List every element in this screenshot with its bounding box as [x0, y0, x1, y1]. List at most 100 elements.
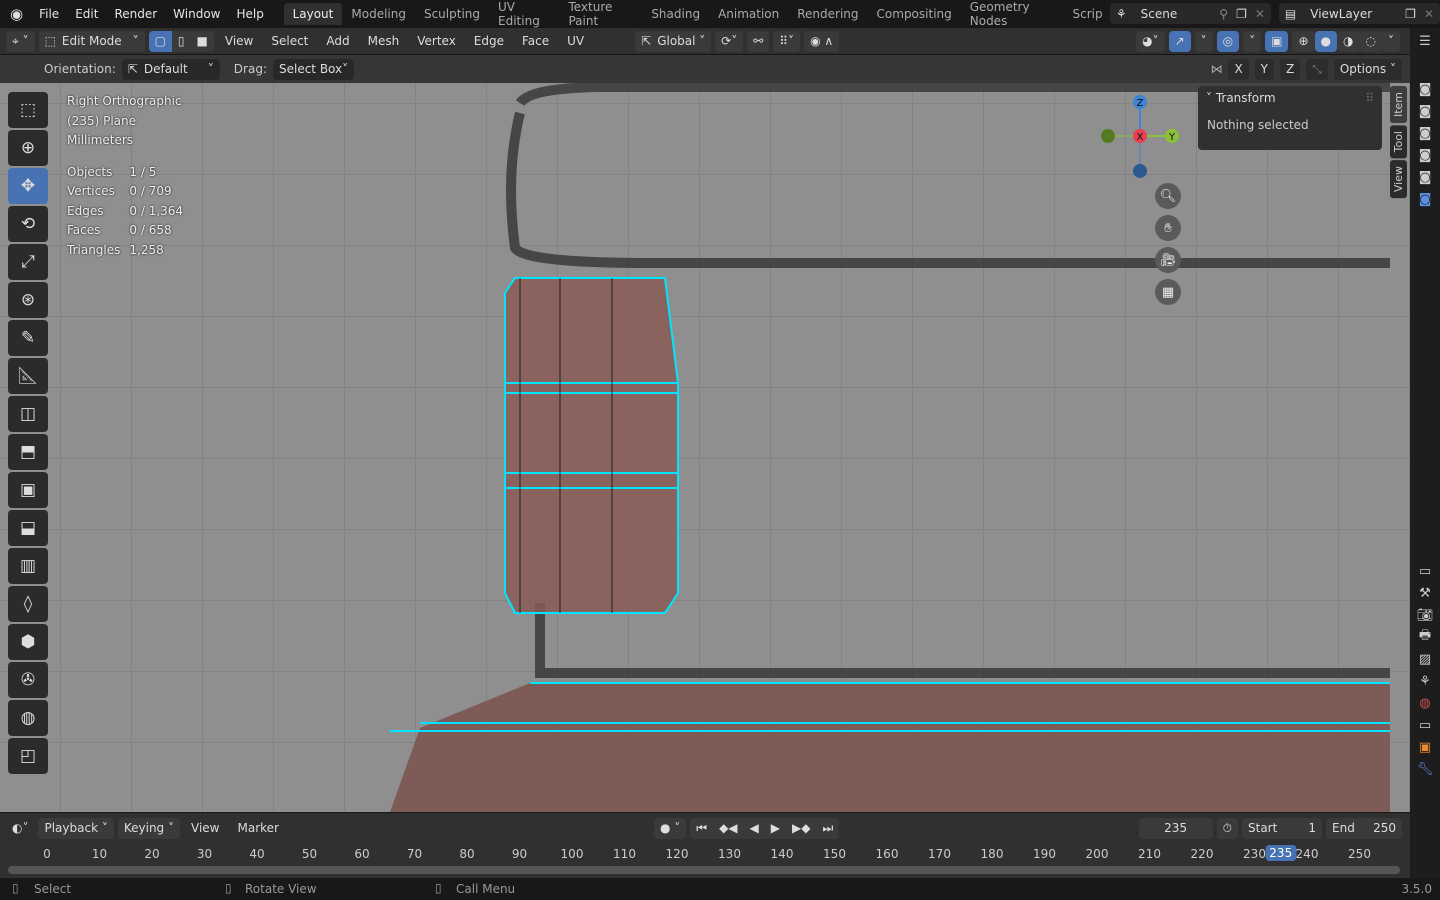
spin-tool-icon[interactable]: ✇ [8, 662, 48, 698]
blender-logo-icon[interactable]: ◉ [0, 5, 31, 23]
object-properties-icon[interactable]: ▣ [1410, 736, 1440, 758]
smooth-tool-icon[interactable]: ◍ [8, 700, 48, 736]
xray-toggle-icon[interactable]: ▣ [1265, 30, 1289, 52]
editor-type-button[interactable]: ⌖ ˅ [6, 30, 35, 52]
shading-dropdown[interactable]: ˅ [1382, 30, 1400, 52]
tab-layout[interactable]: Layout [283, 2, 343, 25]
menu-select[interactable]: Select [264, 34, 315, 48]
annotate-tool-icon[interactable]: ✎ [8, 320, 48, 356]
overlay-dropdown[interactable]: ˅ [1243, 30, 1262, 52]
collection-visibility-icon[interactable]: ◙ [1410, 122, 1440, 144]
jump-start-icon[interactable]: ⏮ [690, 817, 714, 839]
solid-shading-icon[interactable]: ● [1314, 30, 1338, 52]
menu-vertex[interactable]: Vertex [410, 34, 463, 48]
output-properties-icon[interactable]: 🖶︎ [1410, 626, 1440, 648]
menu-file[interactable]: File [31, 7, 67, 21]
scene-selector[interactable]: ⚘ Scene ⚲ ❐ ✕ [1109, 3, 1271, 24]
preview-range-icon[interactable]: ⏱ [1216, 817, 1238, 839]
menu-add[interactable]: Add [319, 34, 356, 48]
pivot-point-button[interactable]: ⟳˅ [715, 30, 744, 52]
tab-view[interactable]: View [1390, 160, 1407, 199]
gizmo-dropdown[interactable]: ˅ [1194, 30, 1213, 52]
orientation-dropdown[interactable]: ⇱ Default ˅ [121, 58, 220, 80]
tool-properties-icon[interactable]: ▭ [1410, 560, 1440, 582]
outliner-icon[interactable]: ☰ [1410, 30, 1440, 52]
tab-scripting[interactable]: Scripting [1064, 3, 1102, 25]
tool-settings-icon[interactable]: ⚒ [1410, 582, 1440, 604]
new-scene-icon[interactable]: ❐ [1236, 7, 1247, 21]
scale-tool-icon[interactable]: ⤢ [8, 244, 48, 280]
modifier-properties-icon[interactable]: 🔧︎ [1410, 758, 1440, 780]
tab-tool[interactable]: Tool [1390, 125, 1407, 159]
knife-tool-icon[interactable]: ◊ [8, 586, 48, 622]
menu-uv[interactable]: UV [560, 34, 591, 48]
collection-visibility-icon[interactable]: ◙ [1410, 188, 1440, 210]
snap-toggle-icon[interactable]: ⚯ [747, 30, 770, 52]
start-frame-field[interactable]: Start 1 [1242, 817, 1322, 839]
timeline-marker-menu[interactable]: Marker [230, 821, 285, 835]
jump-end-icon[interactable]: ⏭ [816, 817, 840, 839]
poly-build-tool-icon[interactable]: ⬢ [8, 624, 48, 660]
mirror-y-toggle[interactable]: Y [1254, 58, 1275, 80]
vertex-select-icon[interactable]: ▢ [148, 30, 172, 52]
extrude-tool-icon[interactable]: ⬒ [8, 434, 48, 470]
tab-rendering[interactable]: Rendering [788, 3, 867, 25]
tab-geometry-nodes[interactable]: Geometry Nodes [961, 0, 1064, 32]
cursor-tool-icon[interactable]: ⊕ [8, 130, 48, 166]
material-shading-icon[interactable]: ◑ [1337, 30, 1360, 52]
pan-hand-icon[interactable]: ✋︎ [1155, 215, 1181, 241]
select-box-tool-icon[interactable]: ⬚ [8, 92, 48, 128]
menu-help[interactable]: Help [229, 7, 272, 21]
close-icon[interactable]: ✕ [1255, 7, 1265, 21]
tab-shading[interactable]: Shading [642, 3, 709, 25]
editor-type-button[interactable]: ◐˅ [6, 817, 35, 839]
rendered-shading-icon[interactable]: ◌ [1359, 30, 1382, 52]
navigation-gizmo[interactable]: Z Y X [1095, 92, 1185, 182]
snap-target-button[interactable]: ⠿˅ [773, 30, 801, 52]
drag-handle-icon[interactable]: ⠿ [1365, 91, 1374, 105]
loop-cut-tool-icon[interactable]: ▥ [8, 548, 48, 584]
face-select-icon[interactable]: ■ [190, 30, 214, 52]
view-layer-selector[interactable]: ▤ ViewLayer ❐ ✕ [1278, 3, 1440, 24]
bevel-tool-icon[interactable]: ⬓ [8, 510, 48, 546]
new-view-layer-icon[interactable]: ❐ [1405, 7, 1416, 21]
timeline-view-menu[interactable]: View [184, 821, 226, 835]
wireframe-shading-icon[interactable]: ⊕ [1292, 30, 1315, 52]
inset-tool-icon[interactable]: ▣ [8, 472, 48, 508]
view-layer-name[interactable]: ViewLayer [1310, 7, 1405, 21]
collection-visibility-icon[interactable]: ◙ [1410, 166, 1440, 188]
zoom-icon[interactable]: 🔍︎ [1155, 183, 1181, 209]
tab-sculpting[interactable]: Sculpting [415, 3, 489, 25]
tab-modeling[interactable]: Modeling [342, 3, 415, 25]
collection-visibility-icon[interactable]: ◙ [1410, 78, 1440, 100]
camera-icon[interactable]: 🎥︎ [1155, 247, 1181, 273]
measure-tool-icon[interactable]: 📐︎ [8, 358, 48, 394]
tab-texture-paint[interactable]: Texture Paint [559, 0, 642, 32]
transform-tool-icon[interactable]: ⊛ [8, 282, 48, 318]
mirror-x-toggle[interactable]: X [1228, 58, 1249, 80]
move-tool-icon[interactable]: ✥ [8, 168, 48, 204]
mirror-icon[interactable]: ⋈ [1210, 62, 1222, 76]
transform-panel-header[interactable]: ˅ Transform ⠿ [1198, 86, 1382, 110]
tab-uv-editing[interactable]: UV Editing [489, 0, 559, 32]
menu-window[interactable]: Window [165, 7, 228, 21]
menu-edit[interactable]: Edit [67, 7, 106, 21]
auto-keying-toggle[interactable]: ● ˅ [653, 817, 687, 839]
mirror-z-toggle[interactable]: Z [1280, 58, 1301, 80]
next-keyframe-icon[interactable]: ▶◆ [786, 817, 817, 839]
view-layer-properties-icon[interactable]: ▨ [1410, 648, 1440, 670]
add-cube-tool-icon[interactable]: ◫ [8, 396, 48, 432]
scene-properties-icon[interactable]: ⚘ [1410, 670, 1440, 692]
gizmo-neg-y-axis[interactable] [1101, 129, 1115, 143]
play-reverse-icon[interactable]: ◀ [743, 817, 765, 839]
ortho-grid-icon[interactable]: ▦ [1155, 279, 1181, 305]
menu-render[interactable]: Render [106, 7, 165, 21]
mode-dropdown[interactable]: ⬚ Edit Mode ˅ [38, 30, 145, 52]
menu-view[interactable]: View [218, 34, 260, 48]
drag-dropdown[interactable]: Select Box ˅ [272, 58, 355, 80]
edge-slide-tool-icon[interactable]: ◰ [8, 738, 48, 774]
transform-orientation-dropdown[interactable]: ⇱ Global ˅ [635, 30, 712, 52]
tab-item[interactable]: Item [1390, 86, 1407, 124]
topology-mirror-icon[interactable]: ⤡ [1306, 58, 1328, 80]
current-frame-field[interactable]: 235 [1138, 817, 1213, 839]
